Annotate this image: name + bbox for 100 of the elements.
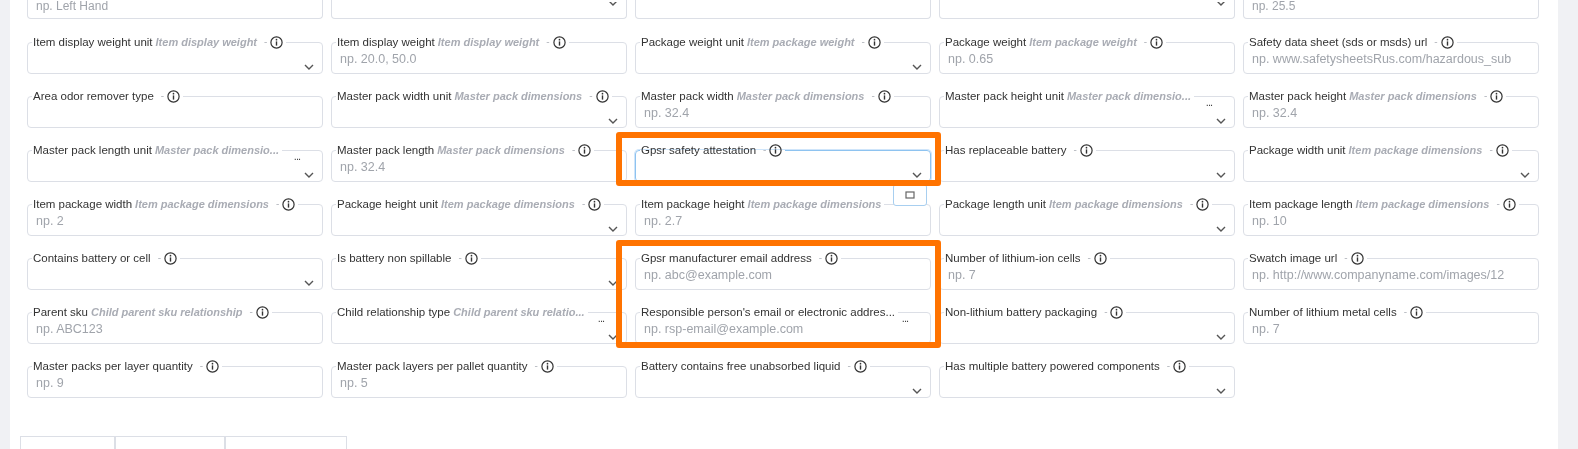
text-field[interactable]: Master pack length Master pack dimensions - np. 32.4 [331, 143, 627, 182]
info-icon[interactable] [167, 89, 181, 103]
action-button[interactable] [893, 184, 927, 206]
info-icon[interactable] [867, 35, 881, 49]
field-group-label: Item package dimensions [441, 197, 575, 211]
select-field[interactable]: Contains battery or cell - [27, 251, 323, 290]
field-group-label: Item package dimensions [747, 197, 882, 211]
text-field[interactable]: Parent sku Child parent sku relationship - np. ABC123 [27, 305, 323, 344]
info-icon[interactable] [769, 143, 783, 157]
chevron-down-icon [1216, 2, 1226, 6]
separator-dash: - [861, 35, 865, 49]
info-icon[interactable] [1110, 305, 1124, 319]
text-field[interactable]: Master pack height Master pack dimensions - np. 32.4 [1243, 89, 1539, 128]
field-group-label: Item package dimensions [135, 197, 269, 211]
text-field[interactable]: Package weight Item package weight - np. 0.65 [939, 35, 1235, 74]
separator-dash: - [1496, 197, 1500, 211]
text-field[interactable]: Safety data sheet (sds or msds) url - np. www.safetysheetsRus.com/hazardous_sub [1243, 35, 1539, 74]
chevron-down-icon [1520, 172, 1530, 178]
info-icon[interactable] [877, 89, 891, 103]
info-icon[interactable] [206, 359, 220, 373]
info-icon[interactable] [1350, 251, 1364, 265]
select-field[interactable] [939, 0, 1235, 19]
text-field[interactable]: Swatch image url - np. http://www.companyname.com/images/12 [1243, 251, 1539, 290]
field-group-label: Item display weight [155, 35, 257, 49]
field-label: Master pack layers per pallet quantity [337, 359, 528, 373]
field-label: Has replaceable battery [945, 143, 1067, 157]
placeholder-text: np. 20.0, 50.0 [340, 51, 418, 67]
text-field[interactable]: Master pack layers per pallet quantity - np. 5 [331, 359, 627, 398]
placeholder-text: np. 32.4 [340, 159, 387, 175]
select-field[interactable]: Child relationship type Child parent sku relatio... ... [331, 305, 627, 344]
text-field[interactable]: Item package height Item package dimensions np. 2.7 [635, 197, 931, 236]
info-icon[interactable] [1495, 143, 1509, 157]
separator-dash: - [1073, 143, 1077, 157]
info-icon[interactable] [270, 35, 284, 49]
more-button[interactable]: ... [293, 151, 300, 161]
info-icon[interactable] [1196, 197, 1210, 211]
info-icon[interactable] [578, 143, 592, 157]
info-icon[interactable] [540, 359, 554, 373]
select-field[interactable]: Item display weight unit Item display weight - [27, 35, 323, 74]
info-icon[interactable] [588, 197, 602, 211]
info-icon[interactable] [1079, 143, 1093, 157]
more-button[interactable]: ... [901, 313, 908, 323]
field-group-label: Item package weight [1029, 35, 1137, 49]
field-label: Is battery non spillable [337, 251, 452, 265]
info-icon[interactable] [825, 251, 838, 265]
field-label: Battery contains free unabsorbed liquid [641, 359, 841, 373]
field-label: Item package width [33, 197, 133, 211]
info-icon[interactable] [163, 251, 177, 265]
field-label: Master pack width unit [337, 89, 452, 103]
separator-dash: - [581, 197, 586, 211]
separator-dash: - [763, 143, 767, 157]
info-icon[interactable] [595, 89, 609, 103]
info-icon[interactable] [1150, 35, 1164, 49]
select-field[interactable]: Battery contains free unabsorbed liquid - [635, 359, 931, 398]
select-field[interactable]: Has multiple battery powered components - [939, 359, 1235, 398]
select-field[interactable]: Package height unit Item package dimensions - [331, 197, 627, 236]
select-field[interactable]: Package weight unit Item package weight - [635, 35, 931, 74]
text-field[interactable]: Area odor remover type - [27, 89, 323, 128]
select-field[interactable]: Master pack width unit Master pack dimensions - [331, 89, 627, 128]
info-icon[interactable] [1490, 89, 1504, 103]
text-field[interactable]: Gpsr manufacturer email address - np. abc@example.com [635, 251, 931, 290]
field-group-label: Item display weight [437, 35, 540, 49]
field-group-label: Master pack dimensions [454, 89, 583, 103]
select-field[interactable]: Master pack height unit Master pack dimensio... ... [939, 89, 1235, 128]
info-icon[interactable] [853, 359, 867, 373]
placeholder-text: np. 32.4 [644, 105, 691, 121]
info-icon[interactable] [1440, 35, 1454, 49]
chevron-down-icon [608, 280, 618, 286]
info-icon[interactable] [282, 197, 296, 211]
select-field[interactable]: Package length unit Item package dimensions - [939, 197, 1235, 236]
select-field[interactable]: Master pack length unit Master pack dimensio... ... [27, 143, 323, 182]
info-icon[interactable] [1502, 197, 1516, 211]
select-field[interactable] [331, 0, 627, 19]
info-icon[interactable] [1410, 305, 1423, 319]
text-field[interactable]: Master packs per layer quantity - np. 9 [27, 359, 323, 398]
field-label: Gpsr safety attestation [641, 143, 757, 157]
info-icon[interactable] [255, 305, 269, 319]
text-field[interactable]: Number of lithium metal cells - np. 7 [1243, 305, 1539, 344]
select-field[interactable]: Is battery non spillable - [331, 251, 627, 290]
info-icon[interactable] [552, 35, 566, 49]
info-icon[interactable] [464, 251, 478, 265]
text-field[interactable] [635, 0, 931, 19]
placeholder-text: np. 9 [36, 375, 65, 391]
text-field[interactable]: Item package width Item package dimensions - np. 2 [27, 197, 323, 236]
more-button[interactable]: ... [1205, 97, 1212, 107]
field-label: Package length unit [945, 197, 1047, 211]
text-field[interactable]: Item display weight Item display weight - np. 20.0, 50.0 [331, 35, 627, 74]
info-icon[interactable] [1093, 251, 1107, 265]
field-label: Item package height [641, 197, 745, 211]
text-field[interactable]: Master pack width Master pack dimensions - np. 32.4 [635, 89, 931, 128]
field-group-label: Item package weight [746, 35, 855, 49]
separator-dash: - [1489, 143, 1493, 157]
chevron-down-icon [304, 280, 314, 286]
field-group-label: Master pack dimensions [437, 143, 565, 157]
more-button[interactable]: ... [597, 313, 604, 323]
separator-dash: - [1104, 305, 1108, 319]
placeholder-text: np. 5 [340, 375, 369, 391]
select-field[interactable]: Package width unit Item package dimensions - [1243, 143, 1539, 182]
text-field[interactable]: Item package length Item package dimensions - np. 10 [1243, 197, 1539, 236]
info-icon[interactable] [1173, 359, 1187, 373]
